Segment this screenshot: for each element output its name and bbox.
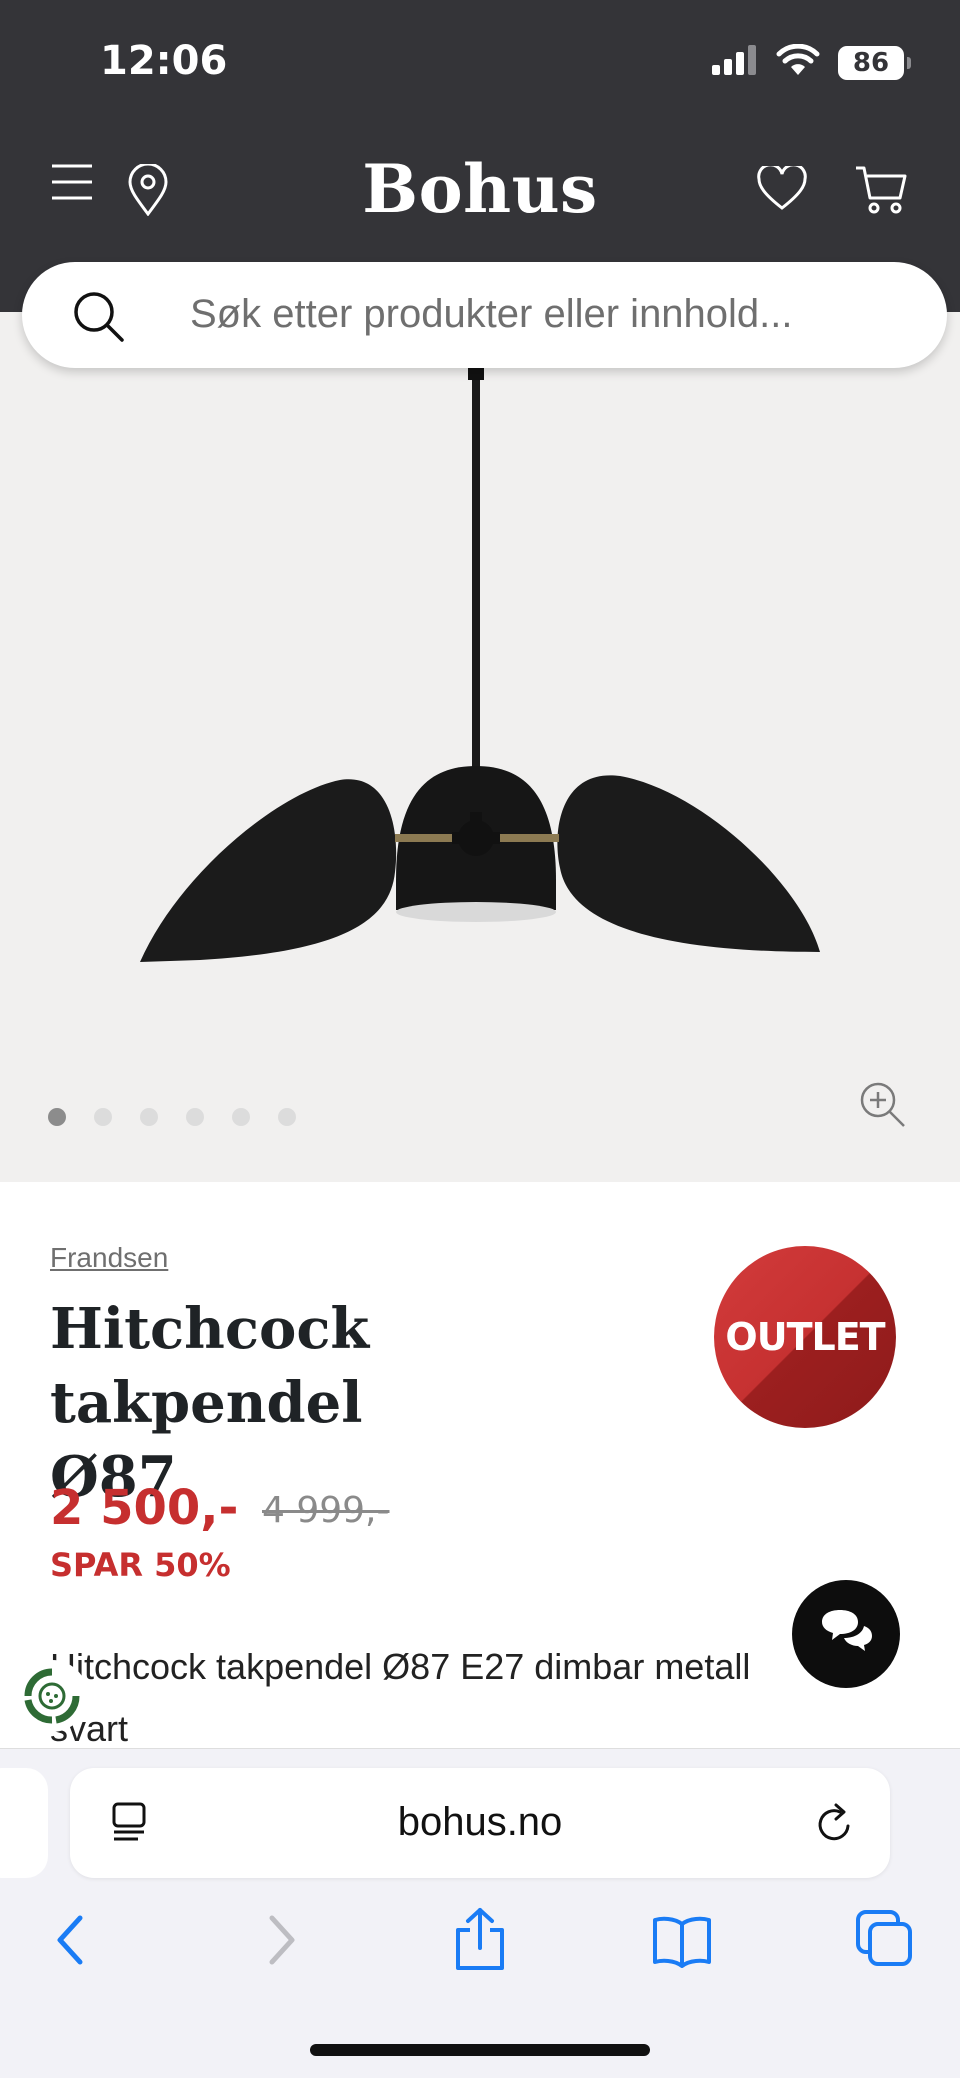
savings-label: SPAR 50%: [50, 1546, 231, 1584]
chat-icon: [822, 1610, 872, 1651]
status-icons: 86: [710, 43, 911, 81]
previous-tab-preview[interactable]: [0, 1768, 48, 1878]
status-time: 12:06: [100, 38, 228, 84]
share-icon[interactable]: [452, 1906, 508, 1977]
gallery-dot[interactable]: [186, 1108, 204, 1126]
cart-icon[interactable]: [854, 164, 908, 221]
wifi-icon: [776, 43, 820, 81]
sale-price: 2 500,-: [50, 1480, 239, 1536]
zoom-in-icon[interactable]: [858, 1080, 908, 1135]
product-image-gallery[interactable]: [0, 312, 960, 1182]
product-brand-link[interactable]: Frandsen: [50, 1242, 168, 1274]
signal-icon: [710, 45, 758, 80]
forward-icon[interactable]: [260, 1910, 300, 1975]
gallery-dot[interactable]: [140, 1108, 158, 1126]
back-icon[interactable]: [52, 1910, 92, 1975]
product-image[interactable]: [0, 312, 960, 1182]
battery-icon: 86: [838, 45, 911, 80]
gallery-dot[interactable]: [232, 1108, 250, 1126]
reload-icon[interactable]: [814, 1800, 856, 1851]
original-price: 4 999,-: [262, 1490, 390, 1531]
bookmarks-icon[interactable]: [652, 1914, 712, 1973]
address-bar[interactable]: bohus.no: [70, 1768, 890, 1878]
outlet-badge: OUTLET: [714, 1246, 896, 1428]
gallery-dot[interactable]: [278, 1108, 296, 1126]
chat-button[interactable]: [792, 1580, 900, 1688]
recycle-icon: [24, 1668, 80, 1724]
search-input[interactable]: Søk etter produkter eller innhold...: [190, 292, 793, 337]
url-text[interactable]: bohus.no: [70, 1800, 890, 1845]
gallery-dot[interactable]: [48, 1108, 66, 1126]
heart-icon[interactable]: [756, 163, 808, 217]
gallery-dot[interactable]: [94, 1108, 112, 1126]
home-indicator[interactable]: [310, 2044, 650, 2056]
search-bar[interactable]: Søk etter produkter eller innhold...: [22, 262, 947, 368]
search-icon: [72, 290, 124, 347]
brand-logo[interactable]: Bohus: [0, 150, 960, 228]
tabs-icon[interactable]: [856, 1910, 914, 1973]
description-line: Hitchcock takpendel Ø87 E27 dimbar metal…: [50, 1646, 751, 1687]
sustainability-badge[interactable]: [16, 1660, 88, 1732]
product-description: Hitchcock takpendel Ø87 E27 dimbar metal…: [50, 1636, 820, 1760]
product-title-line: Hitchcock takpendel: [50, 1296, 370, 1436]
gallery-pagination: [48, 1108, 296, 1126]
